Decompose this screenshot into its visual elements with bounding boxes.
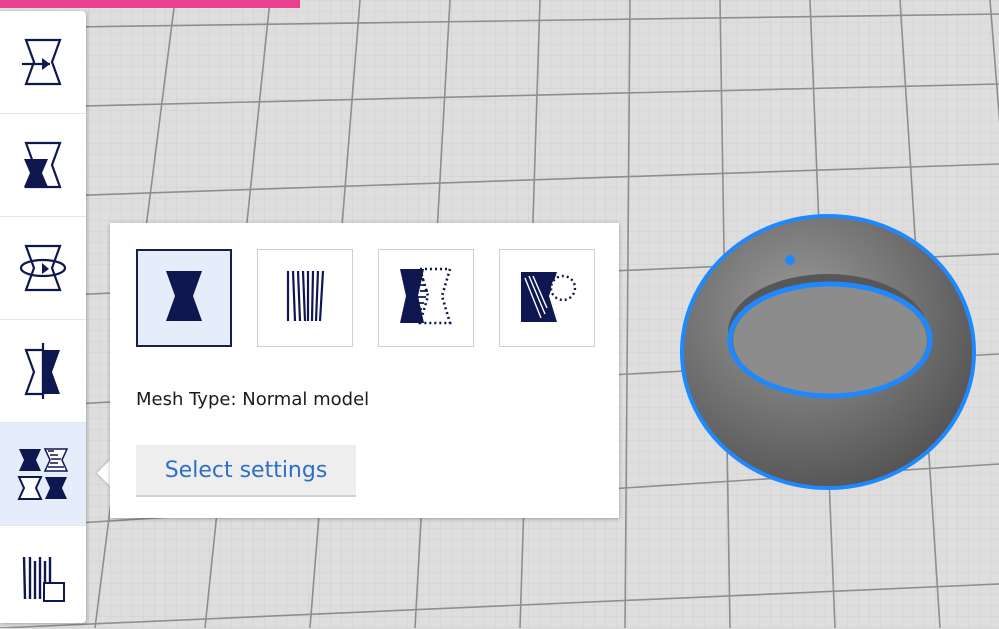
per-model-settings-icon (17, 447, 69, 501)
move-icon (20, 36, 66, 88)
normal-model-icon (162, 267, 206, 329)
mesh-type-label: Mesh Type: Normal model (136, 389, 370, 410)
scale-tool-button[interactable] (0, 114, 86, 217)
move-tool-button[interactable] (0, 11, 86, 114)
print-as-support-icon (283, 267, 327, 329)
modify-overlaps-icon (396, 265, 456, 331)
ring-model[interactable] (680, 214, 976, 490)
rotate-icon (18, 242, 68, 294)
per-model-settings-button[interactable] (0, 423, 86, 526)
mesh-type-panel: Mesh Type: Normal model Select settings (110, 223, 619, 518)
normal-model-option[interactable] (136, 249, 232, 347)
mirror-tool-button[interactable] (0, 320, 86, 423)
support-blocker-button[interactable] (0, 526, 86, 629)
top-accent-bar (0, 0, 300, 8)
select-settings-button[interactable]: Select settings (136, 445, 356, 497)
support-blocker-icon (18, 551, 68, 605)
scale-icon (20, 139, 66, 191)
mirror-icon (20, 342, 66, 400)
dont-support-overlaps-icon (517, 266, 577, 330)
panel-pointer (97, 459, 111, 487)
dont-support-overlaps-option[interactable] (499, 249, 595, 347)
print-as-support-option[interactable] (257, 249, 353, 347)
rotate-tool-button[interactable] (0, 217, 86, 320)
modify-overlaps-option[interactable] (378, 249, 474, 347)
left-toolbar (0, 11, 86, 623)
